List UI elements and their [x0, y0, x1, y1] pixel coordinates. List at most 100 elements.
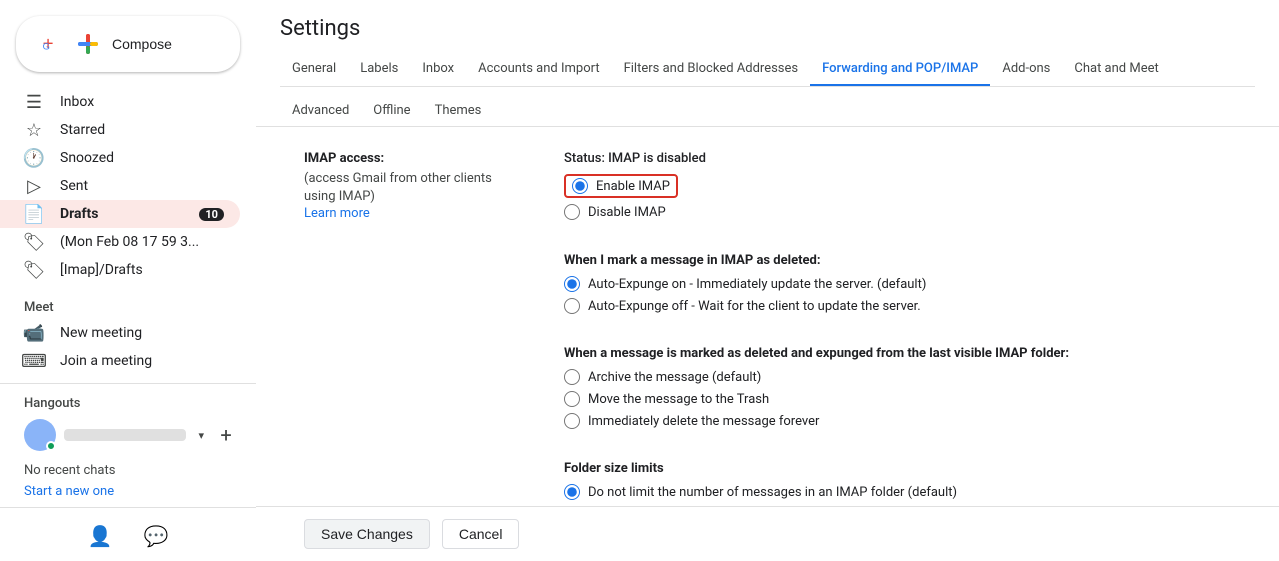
delete-forever-radio[interactable]	[564, 413, 580, 429]
deleted-section: When I mark a message in IMAP as deleted…	[304, 253, 1231, 314]
online-status	[46, 441, 56, 451]
settings-content: IMAP access: (access Gmail from other cl…	[256, 127, 1279, 506]
disable-imap-radio[interactable]	[564, 204, 580, 220]
tab-labels[interactable]: Labels	[348, 53, 410, 87]
auto-expunge-off-radio[interactable]	[564, 298, 580, 314]
tab-addons[interactable]: Add-ons	[990, 53, 1062, 87]
sidebar-item-join-meeting[interactable]: ⌨ Join a meeting	[0, 347, 256, 375]
sidebar-item-sent[interactable]: ▷ Sent	[0, 172, 240, 200]
hangouts-username	[64, 429, 186, 441]
sidebar-item-imap-drafts[interactable]: 🏷 [Imap]/Drafts	[0, 256, 240, 284]
no-limit-radio[interactable]	[564, 484, 580, 500]
sub-tab-offline[interactable]: Offline	[361, 95, 422, 126]
compose-button[interactable]: + G Compose	[16, 16, 240, 72]
sidebar-item-starred[interactable]: ☆ Starred	[0, 116, 240, 144]
start-new-chat-link[interactable]: Start a new one	[0, 482, 256, 503]
sidebar-item-mon-feb[interactable]: 🏷 (Mon Feb 08 17 59 3...	[0, 228, 240, 256]
keyboard-icon: ⌨	[24, 351, 44, 371]
hangouts-user-row: ▾ +	[0, 415, 256, 455]
folder-size-radio-group: Do not limit the number of messages in a…	[564, 484, 1231, 506]
settings-tabs: General Labels Inbox Accounts and Import…	[280, 53, 1255, 87]
inbox-icon: ☰	[24, 92, 44, 112]
sidebar-item-new-meeting[interactable]: 📹 New meeting	[0, 319, 256, 347]
tab-chat[interactable]: Chat and Meet	[1062, 53, 1170, 87]
sent-label: Sent	[60, 178, 224, 194]
chat-icon[interactable]: 💬	[136, 516, 176, 556]
settings-footer: Save Changes Cancel	[256, 506, 1279, 561]
folder-size-title: Folder size limits	[564, 461, 1231, 476]
trash-option[interactable]: Move the message to the Trash	[564, 391, 1231, 407]
meet-section-title: Meet	[0, 292, 256, 319]
imap-status: Status: IMAP is disabled	[564, 151, 1231, 166]
deleted-section-title: When I mark a message in IMAP as deleted…	[564, 253, 1231, 268]
imap-drafts-label: [Imap]/Drafts	[60, 262, 224, 278]
tab-forwarding[interactable]: Forwarding and POP/IMAP	[810, 53, 990, 87]
expunged-section-title: When a message is marked as deleted and …	[564, 346, 1231, 361]
expunged-control: When a message is marked as deleted and …	[564, 346, 1231, 429]
folder-size-control: Folder size limits Do not limit the numb…	[564, 461, 1231, 506]
imap-label: IMAP access: (access Gmail from other cl…	[304, 151, 524, 221]
auto-expunge-on-option[interactable]: Auto-Expunge on - Immediately update the…	[564, 276, 1231, 292]
imap-control: Status: IMAP is disabled Enable IMAP Dis…	[564, 151, 1231, 221]
imap-label-title: IMAP access:	[304, 151, 524, 166]
sub-tabs: Advanced Offline Themes	[256, 87, 1279, 127]
mon-feb-label: (Mon Feb 08 17 59 3...	[60, 234, 224, 250]
deleted-label-spacer	[304, 253, 524, 314]
expunged-radio-group: Archive the message (default) Move the m…	[564, 369, 1231, 429]
folder-size-section: Folder size limits Do not limit the numb…	[304, 461, 1231, 506]
sub-tab-advanced[interactable]: Advanced	[280, 95, 361, 126]
sidebar-item-drafts[interactable]: 📄 Drafts 10	[0, 200, 240, 228]
delete-forever-option[interactable]: Immediately delete the message forever	[564, 413, 1231, 429]
auto-expunge-on-label: Auto-Expunge on - Immediately update the…	[588, 277, 926, 292]
auto-expunge-off-option[interactable]: Auto-Expunge off - Wait for the client t…	[564, 298, 1231, 314]
sidebar-item-inbox[interactable]: ☰ Inbox	[0, 88, 240, 116]
trash-radio[interactable]	[564, 391, 580, 407]
imap-radio-group: Enable IMAP Disable IMAP	[564, 174, 1231, 220]
video-icon: 📹	[24, 323, 44, 343]
hangouts-section: Hangouts ▾ + No recent chats Start a new…	[0, 383, 256, 561]
imap-access-section: IMAP access: (access Gmail from other cl…	[304, 151, 1231, 221]
archive-radio[interactable]	[564, 369, 580, 385]
people-icon[interactable]: 👤	[80, 516, 120, 556]
auto-expunge-on-radio[interactable]	[564, 276, 580, 292]
send-icon: ▷	[24, 176, 44, 196]
compose-label: Compose	[112, 36, 172, 52]
expunged-section: When a message is marked as deleted and …	[304, 346, 1231, 429]
hangouts-title: Hangouts	[0, 392, 256, 415]
page-title: Settings	[280, 16, 1255, 41]
sidebar-bottom-icons: 👤 💬	[0, 507, 256, 561]
label-icon-2: 🏷	[24, 260, 44, 280]
main-content: Settings General Labels Inbox Accounts a…	[256, 0, 1279, 561]
learn-more-link[interactable]: Learn more	[304, 206, 524, 221]
enable-imap-option[interactable]: Enable IMAP	[564, 174, 1231, 198]
add-hangout-button[interactable]: +	[212, 421, 240, 449]
no-limit-option[interactable]: Do not limit the number of messages in a…	[564, 484, 1231, 500]
new-meeting-label: New meeting	[60, 325, 142, 341]
snoozed-label: Snoozed	[60, 150, 224, 166]
disable-imap-option[interactable]: Disable IMAP	[564, 204, 1231, 220]
trash-label: Move the message to the Trash	[588, 392, 769, 407]
drafts-icon: 📄	[24, 204, 44, 224]
tab-filters[interactable]: Filters and Blocked Addresses	[612, 53, 811, 87]
avatar	[24, 419, 56, 451]
star-icon: ☆	[24, 120, 44, 140]
dropdown-arrow-icon[interactable]: ▾	[198, 429, 204, 442]
cancel-button[interactable]: Cancel	[442, 519, 520, 549]
tab-general[interactable]: General	[280, 53, 348, 87]
sub-tab-themes[interactable]: Themes	[423, 95, 494, 126]
imap-label-desc: (access Gmail from other clients using I…	[304, 170, 524, 206]
archive-option[interactable]: Archive the message (default)	[564, 369, 1231, 385]
inbox-label: Inbox	[60, 94, 224, 110]
enable-imap-radio[interactable]	[572, 178, 588, 194]
no-recent-chats: No recent chats	[0, 455, 256, 482]
enable-imap-label: Enable IMAP	[596, 179, 670, 194]
tab-inbox[interactable]: Inbox	[410, 53, 466, 87]
settings-header: Settings General Labels Inbox Accounts a…	[256, 0, 1279, 87]
sidebar-item-snoozed[interactable]: 🕐 Snoozed	[0, 144, 240, 172]
folder-size-label-spacer	[304, 461, 524, 506]
save-changes-button[interactable]: Save Changes	[304, 519, 430, 549]
auto-expunge-off-label: Auto-Expunge off - Wait for the client t…	[588, 299, 921, 314]
compose-plus-icon: + G	[40, 32, 64, 56]
disable-imap-label: Disable IMAP	[588, 205, 666, 220]
tab-accounts[interactable]: Accounts and Import	[466, 53, 611, 87]
